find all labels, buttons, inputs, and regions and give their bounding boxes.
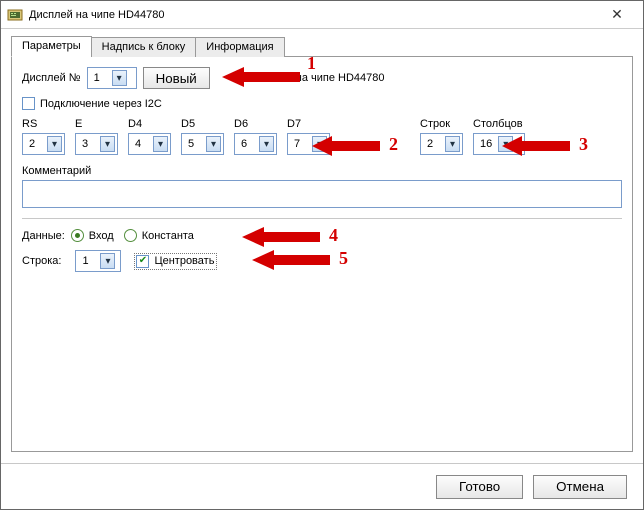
row-select[interactable]: 1 ▾ [75,250,121,272]
cancel-button[interactable]: Отмена [533,475,627,499]
pin-rs-select[interactable]: 2 ▾ [22,133,65,155]
chevron-down-icon: ▾ [47,136,62,152]
tab-info[interactable]: Информация [195,37,284,57]
rows-select[interactable]: 2 ▾ [420,133,463,155]
i2c-checkbox[interactable]: Подключение через I2C [22,97,162,110]
pin-d7-value: 7 [294,138,312,150]
tab-strip: Параметры Надпись к блоку Информация [11,35,633,56]
chevron-down-icon: ▾ [206,136,221,152]
display-no-select[interactable]: 1 ▾ [87,67,137,89]
radio-constant[interactable]: Константа [124,229,194,242]
columns-select[interactable]: 16 ▾ [473,133,525,155]
checkbox-icon: ✔ [136,255,149,268]
pin-d6-label: D6 [234,118,277,130]
pin-d5: D5 5 ▾ [181,118,224,155]
radio-icon [124,229,137,242]
pin-d5-value: 5 [188,138,206,150]
row-pins: RS 2 ▾ E 3 ▾ D4 4 ▾ [22,118,622,155]
row-data: Данные: Вход Константа 4 [22,229,622,242]
tab-block-caption[interactable]: Надпись к блоку [91,37,197,57]
pin-d7: D7 7 ▾ [287,118,330,155]
chevron-down-icon: ▾ [100,253,115,269]
pin-d7-select[interactable]: 7 ▾ [287,133,330,155]
titlebar: Дисплей на чипе HD44780 ✕ [1,1,643,29]
radio-icon [71,229,84,242]
ok-button[interactable]: Готово [436,475,523,499]
rows-col: Строк 2 ▾ [420,118,463,155]
row-value: 1 [82,255,100,267]
checkbox-icon [22,97,35,110]
chevron-down-icon: ▾ [100,136,115,152]
columns-label: Столбцов [473,118,525,130]
chevron-down-icon: ▾ [445,136,460,152]
pin-rs: RS 2 ▾ [22,118,65,155]
new-button[interactable]: Новый [143,67,210,89]
annotation-5: 5 [252,248,332,272]
radio-input[interactable]: Вход [71,229,114,242]
row-i2c: Подключение через I2C [22,97,622,110]
rows-value: 2 [427,138,445,150]
pin-d5-select[interactable]: 5 ▾ [181,133,224,155]
chevron-down-icon: ▾ [498,136,513,152]
chevron-down-icon: ▾ [153,136,168,152]
divider [22,218,622,219]
row-display-no: Дисплей № 1 ▾ Новый на чипе HD44780 1 [22,67,622,89]
pin-rs-label: RS [22,118,65,130]
annotation-4: 4 [242,225,322,249]
pin-d6-value: 6 [241,138,259,150]
window-title: Дисплей на чипе HD44780 [29,9,597,21]
center-label: Центровать [154,255,214,267]
columns-col: Столбцов 16 ▾ [473,118,525,155]
pin-d4-label: D4 [128,118,171,130]
center-checkbox[interactable]: ✔ Центровать [135,254,216,269]
window-close-button[interactable]: ✕ [597,5,637,25]
annotation-1: 1 [222,65,302,89]
pin-d6-select[interactable]: 6 ▾ [234,133,277,155]
pin-d5-label: D5 [181,118,224,130]
row-line: Строка: 1 ▾ ✔ Центровать 5 [22,250,622,272]
dialog-footer: Готово Отмена [1,463,643,509]
app-icon [7,7,23,23]
pin-rs-value: 2 [29,138,47,150]
pin-d6: D6 6 ▾ [234,118,277,155]
template-text: на чипе HD44780 [296,72,385,84]
pin-e-label: E [75,118,118,130]
pin-d4-select[interactable]: 4 ▾ [128,133,171,155]
pin-d4: D4 4 ▾ [128,118,171,155]
row-label: Строка: [22,255,61,267]
comment-label: Комментарий [22,165,622,177]
i2c-label: Подключение через I2C [40,98,162,110]
chevron-down-icon: ▾ [112,70,127,86]
comment-input[interactable] [22,180,622,208]
pin-e-select[interactable]: 3 ▾ [75,133,118,155]
pin-d7-label: D7 [287,118,330,130]
rows-label: Строк [420,118,463,130]
columns-value: 16 [480,138,498,150]
client-area: Параметры Надпись к блоку Информация Дис… [1,29,643,461]
pin-e: E 3 ▾ [75,118,118,155]
radio-constant-label: Константа [142,230,194,242]
tab-parameters[interactable]: Параметры [11,36,92,57]
display-no-label: Дисплей № [22,72,81,84]
chevron-down-icon: ▾ [259,136,274,152]
tab-panel-parameters: Дисплей № 1 ▾ Новый на чипе HD44780 1 По… [11,56,633,452]
radio-input-label: Вход [89,230,114,242]
data-label: Данные: [22,230,65,242]
pin-d4-value: 4 [135,138,153,150]
display-no-value: 1 [94,72,112,84]
chevron-down-icon: ▾ [312,136,327,152]
pin-e-value: 3 [82,138,100,150]
